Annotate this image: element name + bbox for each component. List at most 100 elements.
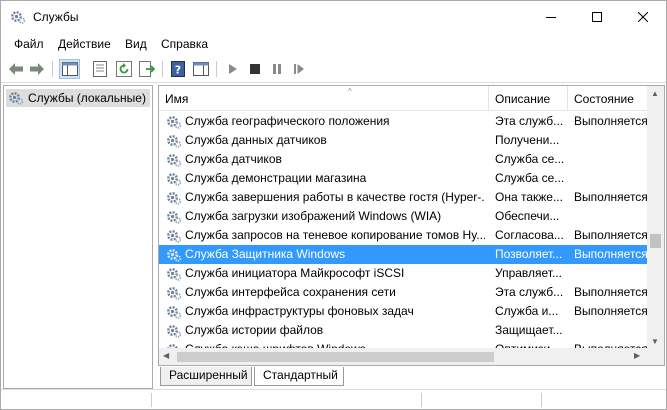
toolbar-separator bbox=[216, 61, 217, 77]
start-service-button[interactable] bbox=[224, 60, 242, 78]
service-name: Служба инфраструктуры фоновых задач bbox=[185, 304, 414, 318]
menu-view[interactable]: Вид bbox=[125, 37, 147, 51]
show-hide-console-tree-button[interactable] bbox=[59, 59, 80, 79]
back-button[interactable] bbox=[7, 60, 25, 78]
service-state: Выполняется bbox=[574, 247, 648, 261]
tree-item-label: Службы (локальные) bbox=[28, 91, 146, 105]
service-state bbox=[574, 207, 652, 226]
scroll-right-icon[interactable]: ▶ bbox=[634, 351, 640, 360]
properties-icon bbox=[93, 61, 107, 77]
service-description: Эта служб... bbox=[495, 114, 564, 128]
menu-bar: Файл Действие Вид Справка bbox=[1, 33, 666, 55]
sort-indicator-icon: ^ bbox=[348, 87, 352, 96]
service-name: Служба загрузки изображений Windows (WIA… bbox=[185, 209, 442, 223]
table-row[interactable]: Служба инфраструктуры фоновых задач Служб… bbox=[159, 302, 648, 321]
service-state bbox=[574, 321, 652, 340]
service-description: Служба се... bbox=[495, 171, 565, 185]
service-description: Служба се... bbox=[495, 152, 565, 166]
tab-standard[interactable]: Стандартный bbox=[254, 367, 344, 386]
service-name: Служба данных датчиков bbox=[185, 133, 327, 147]
service-state bbox=[574, 131, 652, 150]
title-bar: Службы bbox=[1, 1, 666, 33]
service-gear-icon bbox=[167, 306, 182, 319]
service-description: Служба и... bbox=[495, 304, 559, 318]
scroll-down-icon[interactable]: ▼ bbox=[651, 337, 659, 346]
forward-button[interactable] bbox=[28, 60, 46, 78]
show-action-pane-button[interactable] bbox=[192, 60, 210, 78]
restart-service-button[interactable] bbox=[290, 60, 308, 78]
stop-icon bbox=[250, 64, 260, 74]
help-button[interactable]: ? bbox=[169, 60, 187, 78]
service-description: Обеспечи... bbox=[495, 209, 560, 223]
export-list-icon bbox=[139, 61, 155, 77]
column-header-name[interactable]: Имя bbox=[159, 86, 489, 111]
service-state bbox=[574, 264, 652, 283]
export-list-button[interactable] bbox=[138, 60, 156, 78]
maximize-icon bbox=[592, 12, 602, 22]
window-title: Службы bbox=[33, 10, 79, 24]
close-button[interactable] bbox=[620, 1, 666, 33]
minimize-icon bbox=[546, 17, 556, 18]
service-state bbox=[574, 169, 652, 188]
properties-button[interactable] bbox=[91, 60, 109, 78]
service-gear-icon bbox=[167, 154, 182, 167]
vertical-scrollbar[interactable]: ▲ ▼ bbox=[647, 86, 664, 350]
stop-service-button[interactable] bbox=[246, 60, 264, 78]
maximize-button[interactable] bbox=[574, 1, 620, 33]
table-row[interactable]: Служба географического положения Эта служ… bbox=[159, 112, 648, 131]
horizontal-scrollbar[interactable]: ◀ ▶ bbox=[159, 348, 648, 365]
service-gear-icon bbox=[167, 287, 182, 300]
forward-arrow-icon bbox=[30, 63, 44, 75]
table-row[interactable]: Служба демонстрации магазина Служба се... bbox=[159, 169, 648, 188]
service-description: Защищает... bbox=[495, 323, 563, 337]
table-row[interactable]: Служба завершения работы в качестве гост… bbox=[159, 188, 648, 207]
table-row[interactable]: Служба истории файлов Защищает... bbox=[159, 321, 648, 340]
menu-action[interactable]: Действие bbox=[58, 37, 111, 51]
table-row[interactable]: Служба загрузки изображений Windows (WIA… bbox=[159, 207, 648, 226]
back-arrow-icon bbox=[9, 63, 23, 75]
table-row[interactable]: Служба инициатора Майкрософт iSCSI Управл… bbox=[159, 264, 648, 283]
pause-icon bbox=[273, 64, 281, 74]
table-row[interactable]: Служба интерфейса сохранения сети Эта слу… bbox=[159, 283, 648, 302]
help-icon: ? bbox=[171, 61, 185, 77]
refresh-button[interactable] bbox=[115, 60, 133, 78]
table-row[interactable]: Служба Защитника Windows Позволяет... Выпо… bbox=[159, 245, 648, 264]
menu-help[interactable]: Справка bbox=[161, 37, 208, 51]
console-tree-icon bbox=[61, 62, 78, 76]
service-description: Управляет... bbox=[495, 266, 562, 280]
table-row[interactable]: Служба датчиков Служба се... bbox=[159, 150, 648, 169]
play-icon bbox=[229, 64, 237, 74]
service-name: Служба демонстрации магазина bbox=[185, 171, 367, 185]
status-bar bbox=[1, 389, 666, 409]
service-gear-icon bbox=[167, 249, 182, 262]
service-description: Эта служб... bbox=[495, 285, 564, 299]
services-gear-icon bbox=[9, 92, 24, 105]
table-row[interactable]: Служба данных датчиков Получени... bbox=[159, 131, 648, 150]
horizontal-scroll-thumb[interactable] bbox=[177, 352, 494, 362]
tab-extended[interactable]: Расширенный bbox=[160, 367, 252, 386]
service-description: Позволяет... bbox=[495, 247, 563, 261]
menu-file[interactable]: Файл bbox=[14, 37, 44, 51]
table-row[interactable]: Служба запросов на теневое копирование т… bbox=[159, 226, 648, 245]
minimize-button[interactable] bbox=[528, 1, 574, 33]
service-name: Служба Защитника Windows bbox=[185, 247, 346, 261]
tree-item-services-local[interactable]: Службы (локальные) bbox=[6, 89, 150, 107]
scroll-up-icon[interactable]: ▲ bbox=[651, 89, 659, 98]
column-header-state[interactable]: Состояние bbox=[568, 86, 648, 111]
restart-icon bbox=[294, 64, 304, 74]
service-gear-icon bbox=[167, 192, 182, 205]
services-gear-icon bbox=[11, 11, 26, 24]
service-name: Служба инициатора Майкрософт iSCSI bbox=[185, 266, 405, 280]
service-name: Служба датчиков bbox=[185, 152, 282, 166]
service-name: Служба запросов на теневое копирование т… bbox=[185, 228, 485, 242]
toolbar-separator bbox=[162, 61, 163, 77]
service-state bbox=[574, 150, 652, 169]
svg-text:?: ? bbox=[175, 64, 181, 77]
pause-service-button[interactable] bbox=[268, 60, 286, 78]
column-header-description[interactable]: Описание bbox=[489, 86, 568, 111]
scroll-left-icon[interactable]: ◀ bbox=[163, 351, 169, 360]
service-state: Выполняется bbox=[574, 190, 648, 204]
vertical-scroll-thumb[interactable] bbox=[650, 234, 661, 248]
view-tabs: Расширенный Стандартный bbox=[158, 367, 665, 387]
service-description: Согласова... bbox=[495, 228, 564, 242]
